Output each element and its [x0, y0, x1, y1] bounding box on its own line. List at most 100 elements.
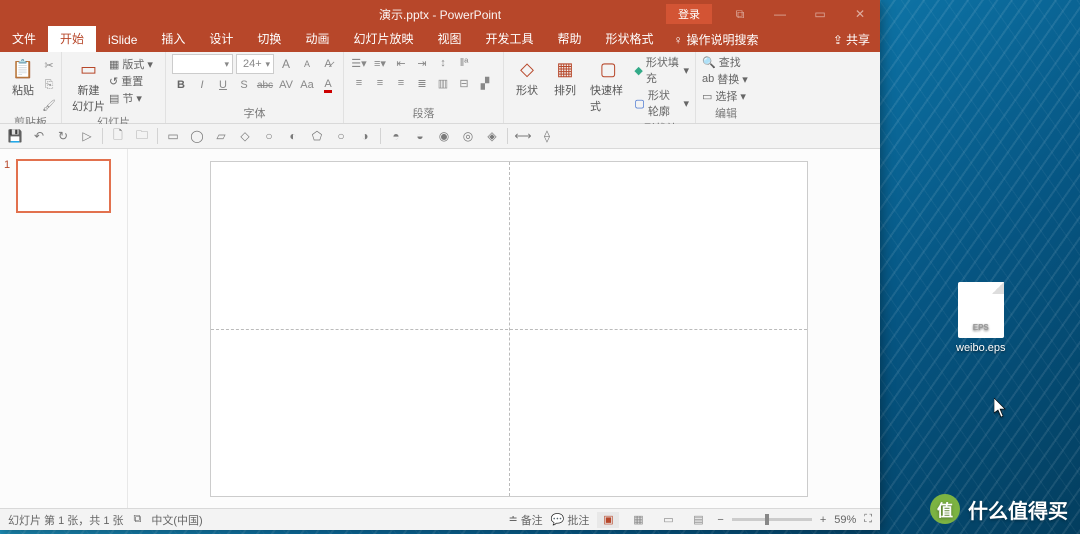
qat-redo[interactable]: ↻: [54, 129, 72, 143]
reset-button[interactable]: ↺重置: [109, 73, 153, 89]
tab-view[interactable]: 视图: [425, 26, 473, 52]
paste-button[interactable]: 📋 粘贴: [6, 54, 40, 114]
qat-open[interactable]: 🗀: [133, 126, 151, 147]
font-group-label: 字体: [172, 105, 337, 123]
font-name-combo[interactable]: [172, 54, 233, 74]
find-button[interactable]: 🔍查找: [702, 54, 750, 70]
align-left-button[interactable]: ≡: [350, 74, 368, 92]
guide-vertical[interactable]: [509, 162, 510, 496]
qat-align-h[interactable]: ⟷: [514, 129, 532, 143]
qat-save[interactable]: 💾: [6, 129, 24, 143]
bullets-button[interactable]: ☰▾: [350, 54, 368, 72]
tab-slideshow[interactable]: 幻灯片放映: [341, 26, 425, 52]
bold-button[interactable]: B: [172, 76, 190, 94]
columns-button[interactable]: ▥: [434, 74, 452, 92]
tab-animations[interactable]: 动画: [293, 26, 341, 52]
qat-combine2[interactable]: ◒: [411, 129, 429, 143]
qat-undo[interactable]: ↶: [30, 129, 48, 143]
qat-shape4[interactable]: ◇: [236, 129, 254, 143]
notes-button[interactable]: ≐ 备注: [508, 512, 542, 528]
tell-me-search[interactable]: ♀ 操作说明搜索: [666, 31, 767, 52]
shadow-button[interactable]: S: [235, 76, 253, 94]
minimize-button[interactable]: —: [760, 0, 800, 28]
align-right-button[interactable]: ≡: [392, 74, 410, 92]
qat-align-v[interactable]: ⟠: [538, 129, 556, 143]
zoom-slider[interactable]: [732, 518, 812, 521]
comments-button[interactable]: 💬 批注: [551, 512, 590, 528]
shape-fill-button[interactable]: ◆形状填充▾: [634, 54, 689, 86]
italic-button[interactable]: I: [193, 76, 211, 94]
close-button[interactable]: ✕: [840, 0, 880, 28]
qat-combine4[interactable]: ◎: [459, 129, 477, 143]
sorter-view-button[interactable]: ▦: [627, 512, 649, 528]
font-color-button[interactable]: A: [319, 76, 337, 94]
tab-insert[interactable]: 插入: [149, 26, 197, 52]
qat-shape5[interactable]: ○: [260, 129, 278, 143]
align-center-button[interactable]: ≡: [371, 74, 389, 92]
reading-view-button[interactable]: ▭: [657, 512, 679, 528]
grow-font-button[interactable]: A: [277, 55, 295, 73]
accessibility-icon[interactable]: ⧉: [134, 513, 142, 526]
justify-button[interactable]: ≣: [413, 74, 431, 92]
qat-combine5[interactable]: ◈: [483, 129, 501, 143]
tab-home[interactable]: 开始: [48, 26, 96, 52]
list-level-button[interactable]: ⇤: [392, 54, 410, 72]
layout-button[interactable]: ▦版式▾: [109, 56, 153, 72]
smartart-button[interactable]: ▞: [476, 74, 494, 92]
numbering-button[interactable]: ≡▾: [371, 54, 389, 72]
tab-file[interactable]: 文件: [0, 26, 48, 52]
qat-shape6[interactable]: ◐: [284, 129, 302, 143]
fit-window-button[interactable]: ⛶: [864, 513, 872, 526]
change-case-button[interactable]: Aa: [298, 76, 316, 94]
qat-start[interactable]: ▷: [78, 129, 96, 143]
clear-format-button[interactable]: A̷: [319, 55, 337, 73]
qat-shape3[interactable]: ▱: [212, 129, 230, 143]
qat-shape9[interactable]: ◑: [356, 129, 374, 143]
qat-shape2[interactable]: ◯: [188, 129, 206, 143]
line-spacing-button[interactable]: ↕: [434, 54, 452, 72]
tab-shapeformat[interactable]: 形状格式: [594, 26, 666, 52]
zoom-in-button[interactable]: +: [820, 514, 826, 526]
cut-button[interactable]: ✂: [40, 56, 58, 74]
underline-button[interactable]: U: [214, 76, 232, 94]
tab-design[interactable]: 设计: [197, 26, 245, 52]
status-language[interactable]: 中文(中国): [151, 512, 202, 528]
qat-shape8[interactable]: ○: [332, 129, 350, 143]
share-button[interactable]: ⇪ 共享: [833, 31, 870, 48]
qat-combine3[interactable]: ◉: [435, 129, 453, 143]
strike-button[interactable]: abc: [256, 76, 274, 94]
tab-islide[interactable]: iSlide: [96, 29, 149, 52]
shrink-font-button[interactable]: A: [298, 55, 316, 73]
restore-button[interactable]: ▭: [800, 0, 840, 28]
font-size-combo[interactable]: 24+: [236, 54, 274, 74]
normal-view-button[interactable]: ▣: [597, 512, 619, 528]
thumbnail-pane[interactable]: 1: [0, 149, 128, 508]
shape-outline-button[interactable]: ▢形状轮廓▾: [634, 87, 689, 119]
new-slide-button[interactable]: ▭ 新建 幻灯片: [68, 54, 109, 114]
select-button[interactable]: ▭选择▾: [702, 88, 750, 104]
slide-thumbnail-1[interactable]: 1: [4, 159, 123, 213]
tab-help[interactable]: 帮助: [546, 26, 594, 52]
slide-canvas-area[interactable]: [128, 149, 880, 508]
slideshow-view-button[interactable]: ▤: [687, 512, 709, 528]
format-painter-button[interactable]: 🖌: [40, 96, 58, 114]
qat-shape1[interactable]: ▭: [164, 129, 182, 143]
tab-transitions[interactable]: 切换: [245, 26, 293, 52]
zoom-level[interactable]: 59%: [834, 514, 856, 526]
qat-shape7[interactable]: ⬠: [308, 129, 326, 143]
tab-developer[interactable]: 开发工具: [473, 26, 545, 52]
section-button[interactable]: ▤节▾: [109, 90, 153, 106]
align-text-button[interactable]: ⊟: [455, 74, 473, 92]
replace-button[interactable]: ab替换▾: [702, 71, 750, 87]
slide-canvas[interactable]: [210, 161, 808, 497]
char-spacing-button[interactable]: AV: [277, 76, 295, 94]
cascade-button[interactable]: ⧉: [720, 0, 760, 28]
list-level-inc-button[interactable]: ⇥: [413, 54, 431, 72]
login-button[interactable]: 登录: [666, 4, 712, 24]
text-direction-button[interactable]: ‖ª: [455, 54, 473, 72]
copy-button[interactable]: ⎘: [40, 76, 58, 94]
qat-combine1[interactable]: ◓: [387, 129, 405, 143]
zoom-out-button[interactable]: −: [717, 514, 723, 526]
desktop-file-weibo[interactable]: weibo.eps: [956, 282, 1006, 354]
qat-new[interactable]: 🗋: [109, 126, 127, 147]
